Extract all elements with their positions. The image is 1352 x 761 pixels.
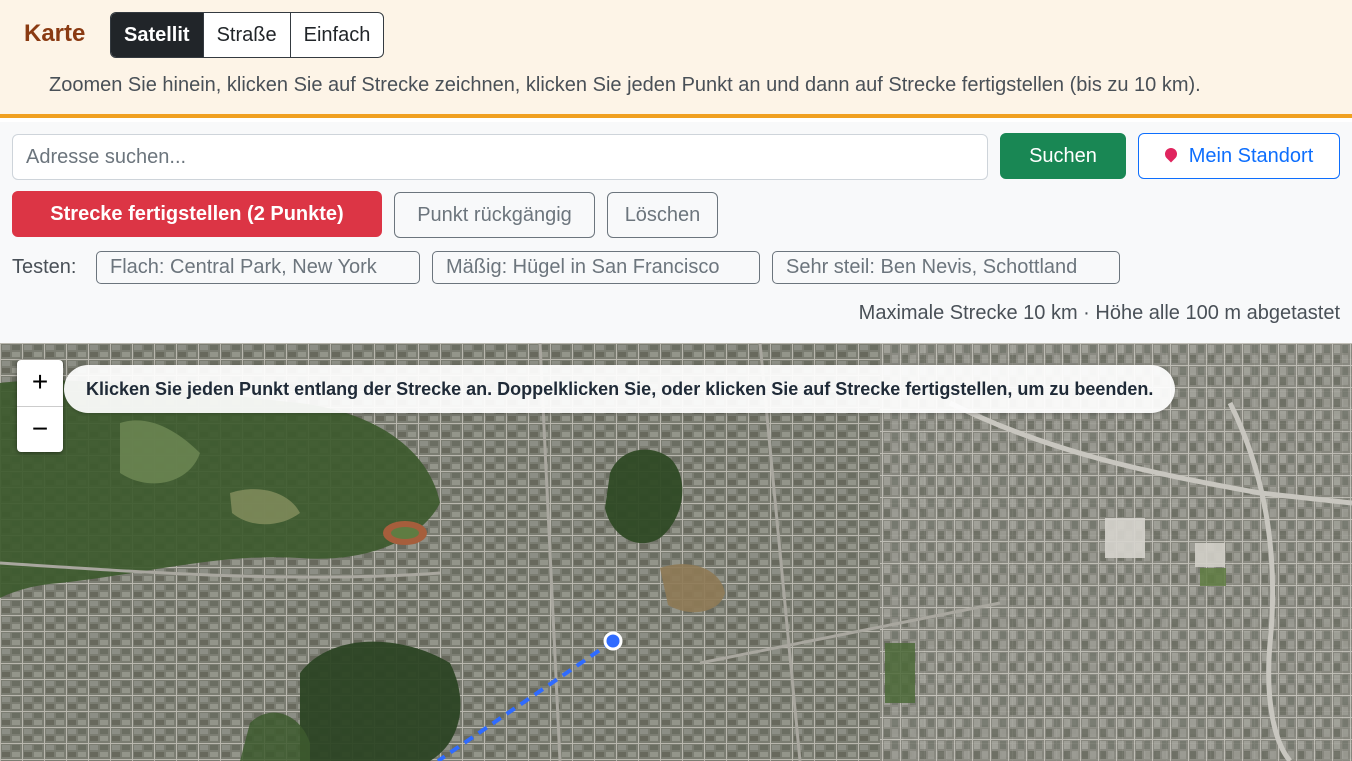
my-location-button[interactable]: Mein Standort	[1138, 133, 1340, 179]
max-distance-info: Maximale Strecke 10 km · Höhe alle 100 m…	[858, 302, 1340, 324]
map-type-satellite-button[interactable]: Satellit	[111, 13, 203, 57]
my-location-label: Mein Standort	[1188, 145, 1314, 167]
map-type-street-button[interactable]: Straße	[202, 13, 290, 57]
header: Karte Satellit Straße Einfach Zoomen Sie…	[0, 0, 1352, 118]
brand-title: Karte	[24, 20, 86, 47]
map-instruction-tooltip: Klicken Sie jeden Punkt entlang der Stre…	[64, 365, 1176, 413]
finish-route-button[interactable]: Strecke fertigstellen (2 Punkte)	[12, 191, 382, 237]
route-point-marker[interactable]	[603, 631, 623, 651]
satellite-map[interactable]: + − Klicken Sie jeden Punkt entlang der …	[0, 343, 1352, 761]
search-button[interactable]: Suchen	[1000, 133, 1126, 179]
test-moderate-button[interactable]: Mäßig: Hügel in San Francisco	[432, 251, 760, 284]
test-steep-button[interactable]: Sehr steil: Ben Nevis, Schottland	[772, 251, 1120, 284]
instructions-text: Zoomen Sie hinein, klicken Sie auf Strec…	[49, 74, 1201, 96]
zoom-out-button[interactable]: −	[17, 406, 63, 452]
zoom-control: + −	[17, 360, 63, 452]
address-search-input[interactable]	[12, 134, 988, 180]
zoom-in-button[interactable]: +	[17, 360, 63, 406]
test-flat-button[interactable]: Flach: Central Park, New York	[96, 251, 420, 284]
test-label: Testen:	[12, 256, 77, 278]
undo-point-button[interactable]: Punkt rückgängig	[394, 192, 595, 238]
clear-button[interactable]: Löschen	[607, 192, 718, 238]
map-type-toggle: Satellit Straße Einfach	[110, 12, 385, 58]
map-pin-icon	[1162, 145, 1180, 163]
controls-panel: Suchen Mein Standort Strecke fertigstell…	[0, 122, 1352, 343]
route-line	[436, 639, 615, 761]
map-type-simple-button[interactable]: Einfach	[289, 13, 384, 57]
